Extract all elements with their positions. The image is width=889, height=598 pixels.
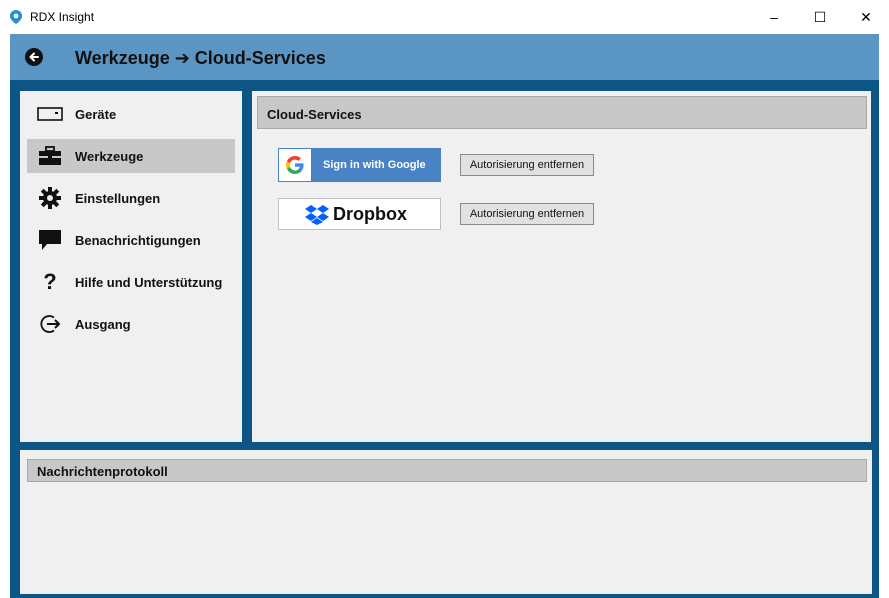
dropbox-label: Dropbox	[333, 204, 407, 224]
sidebar-item-label: Werkzeuge	[75, 149, 144, 164]
app-logo-icon	[10, 10, 22, 24]
google-g-icon	[279, 149, 311, 181]
sidebar-item-werkzeuge[interactable]: Werkzeuge	[27, 139, 235, 173]
dropbox-sign-in-button[interactable]: Dropbox	[278, 198, 441, 230]
message-log-panel: Nachrichtenprotokoll	[20, 450, 872, 594]
window-title: RDX Insight	[30, 10, 95, 24]
question-icon: ?	[43, 269, 57, 294]
page-header: Werkzeuge ➔ Cloud-Services	[10, 34, 879, 80]
dropbox-icon	[305, 205, 329, 225]
message-log-title: Nachrichtenprotokoll	[37, 464, 168, 479]
sidebar-item-label: Einstellungen	[75, 191, 161, 206]
minimize-button[interactable]: –	[751, 0, 797, 34]
exit-icon	[37, 313, 63, 335]
section-header: Cloud-Services	[257, 96, 867, 129]
sidebar-item-benachrichtigungen[interactable]: Benachrichtigungen	[27, 223, 235, 257]
sidebar-item-einstellungen[interactable]: Einstellungen	[27, 181, 235, 215]
speech-bubble-icon	[37, 229, 63, 251]
window-titlebar: RDX Insight – ☐ ✕	[0, 0, 889, 34]
sidebar-item-ausgang[interactable]: Ausgang	[27, 307, 235, 341]
remove-dropbox-authorization-button[interactable]: Autorisierung entfernen	[460, 203, 594, 225]
google-sign-in-button[interactable]: Sign in with Google	[278, 148, 441, 182]
sidebar-item-geraete[interactable]: Geräte	[27, 97, 235, 131]
section-title: Cloud-Services	[267, 107, 362, 122]
sidebar: Geräte Werkzeuge Einstellungen Benachric…	[20, 91, 242, 442]
drive-icon	[37, 103, 63, 125]
sidebar-item-hilfe[interactable]: ? Hilfe und Unterstützung	[27, 265, 235, 299]
maximize-button[interactable]: ☐	[797, 0, 843, 34]
message-log-header: Nachrichtenprotokoll	[27, 459, 867, 482]
google-sign-in-label: Sign in with Google	[323, 159, 426, 171]
remove-google-authorization-button[interactable]: Autorisierung entfernen	[460, 154, 594, 176]
sidebar-item-label: Geräte	[75, 107, 117, 122]
toolbox-icon	[37, 145, 63, 167]
gear-icon	[37, 187, 63, 209]
sidebar-item-label: Benachrichtigungen	[75, 233, 201, 248]
cloud-services-panel: Cloud-Services Sign in with Google Autor…	[252, 91, 871, 442]
sidebar-item-label: Ausgang	[75, 317, 131, 332]
close-button[interactable]: ✕	[843, 0, 889, 34]
page-title: Werkzeuge ➔ Cloud-Services	[75, 48, 326, 68]
sidebar-item-label: Hilfe und Unterstützung	[75, 275, 223, 290]
back-arrow-circle-icon[interactable]	[24, 47, 44, 67]
